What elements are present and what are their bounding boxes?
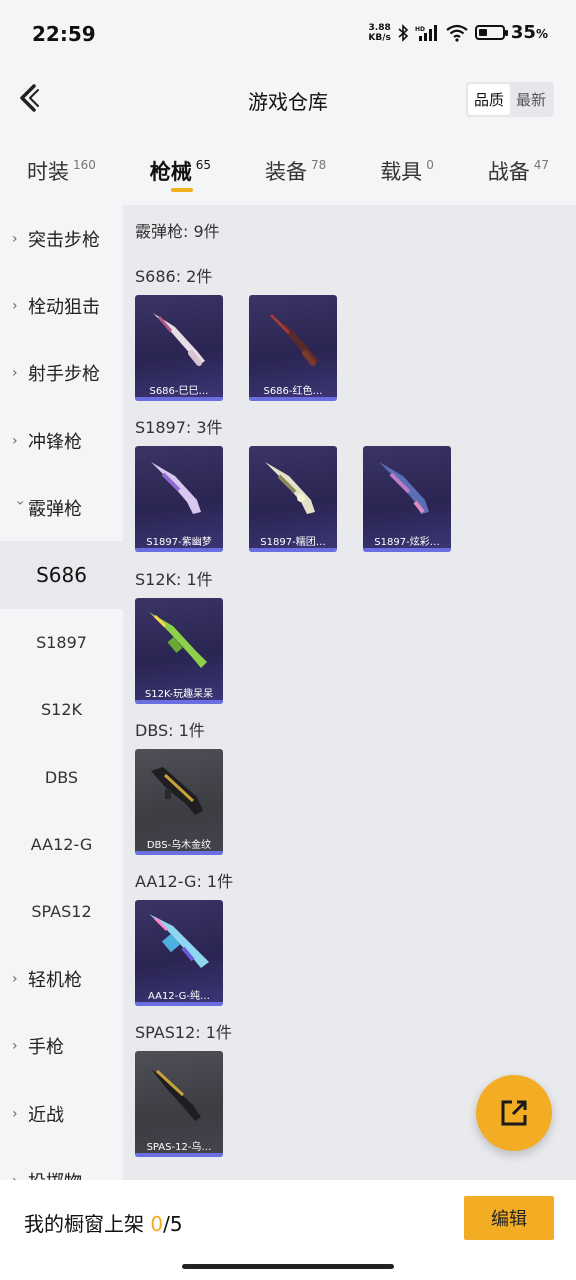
- sort-newest-button[interactable]: 最新: [510, 84, 552, 115]
- weapon-card[interactable]: S686-红色…: [249, 295, 337, 401]
- shotgun-skin-icon: [153, 313, 205, 366]
- chevron-right-icon: ›: [12, 230, 18, 247]
- tab-battle-gear[interactable]: 战备 47: [488, 140, 549, 200]
- sidebar-item-pistol[interactable]: › 手枪: [0, 1013, 123, 1080]
- rarity-bar: [249, 548, 337, 552]
- weapon-list: 霰弹枪: 9件 S686: 2件 S686-巳巳… S686-红色… S1897…: [123, 205, 576, 1180]
- chevron-right-icon: ›: [12, 432, 18, 449]
- sidebar-item-shotgun[interactable]: › 霰弹枪: [0, 474, 123, 541]
- home-indicator: [182, 1264, 394, 1269]
- section-title: 霰弹枪: 9件: [135, 222, 220, 241]
- group-title-s686: S686: 2件: [135, 267, 213, 286]
- chevron-right-icon: ›: [12, 1173, 28, 1180]
- weapon-card[interactable]: DBS-乌木金纹: [135, 749, 223, 855]
- showcase-shelf-status: 我的橱窗上架 0/5: [24, 1212, 183, 1236]
- chevron-right-icon: ›: [12, 970, 18, 987]
- weapon-card[interactable]: AA12-G-纯…: [135, 900, 223, 1006]
- weapon-card[interactable]: S1897-炫彩…: [363, 446, 451, 552]
- status-time: 22:59: [32, 22, 96, 46]
- shotgun-skin-icon: [265, 462, 315, 514]
- sidebar-subitem-dbs[interactable]: DBS: [0, 743, 123, 810]
- tab-equipment[interactable]: 装备 78: [265, 140, 326, 200]
- shotgun-skin-icon: [151, 1069, 201, 1121]
- chevron-down-icon: ›: [12, 499, 28, 506]
- weapon-card[interactable]: S12K-玩趣呆呆: [135, 598, 223, 704]
- rarity-bar: [135, 548, 223, 552]
- tab-firearms[interactable]: 枪械 65: [150, 140, 211, 200]
- shotgun-skin-icon: [149, 612, 207, 668]
- battery-percent: 35%: [510, 22, 548, 43]
- active-tab-indicator: [170, 188, 193, 192]
- cellular-signal-icon: HD: [415, 24, 437, 41]
- battery-icon: [474, 25, 508, 40]
- sidebar-subitem-s12k[interactable]: S12K: [0, 676, 123, 743]
- wifi-icon: [446, 24, 468, 42]
- group-title-s1897: S1897: 3件: [135, 418, 223, 437]
- bluetooth-icon: [398, 23, 409, 42]
- chevron-right-icon: ›: [12, 297, 18, 314]
- rarity-bar: [135, 397, 223, 401]
- sidebar-item-throwable[interactable]: ›投掷物: [0, 1147, 123, 1180]
- status-bar: 22:59 3.88 KB/s HD 35%: [0, 0, 576, 70]
- group-title-aa12g: AA12-G: 1件: [135, 872, 234, 891]
- group-title-s12k: S12K: 1件: [135, 570, 213, 589]
- shotgun-skin-icon: [267, 313, 319, 366]
- sidebar-item-lmg[interactable]: › 轻机枪: [0, 945, 123, 1012]
- sidebar-subitem-aa12g[interactable]: AA12-G: [0, 811, 123, 878]
- sidebar-item-melee[interactable]: › 近战: [0, 1080, 123, 1147]
- chevron-right-icon: ›: [12, 1038, 18, 1055]
- shotgun-skin-icon: [151, 462, 201, 514]
- shotgun-skin-icon: [151, 767, 203, 815]
- group-title-spas12: SPAS12: 1件: [135, 1023, 232, 1042]
- sidebar-item-bolt-sniper[interactable]: › 栓动狙击: [0, 272, 123, 339]
- rarity-bar: [249, 397, 337, 401]
- weapon-card[interactable]: S1897-紫幽梦: [135, 446, 223, 552]
- group-title-dbs: DBS: 1件: [135, 721, 205, 740]
- weapon-category-sidebar: › 突击步枪 › 栓动狙击 › 射手步枪 › 冲锋枪 › 霰弹枪 S686 S1897 S…: [0, 205, 123, 1180]
- edit-button[interactable]: 编辑: [464, 1196, 554, 1240]
- share-fab-button[interactable]: [476, 1075, 552, 1151]
- svg-text:HD: HD: [415, 26, 425, 33]
- weapon-card[interactable]: SPAS-12-乌…: [135, 1051, 223, 1157]
- weapon-card[interactable]: S1897-糯团…: [249, 446, 337, 552]
- chevron-right-icon: ›: [12, 365, 18, 382]
- sort-quality-button[interactable]: 品质: [467, 84, 510, 115]
- sort-toggle: 品质 最新: [465, 82, 554, 117]
- rarity-bar: [135, 1002, 223, 1006]
- sidebar-subitem-spas12[interactable]: SPAS12: [0, 878, 123, 945]
- header: 游戏仓库 品质 最新: [0, 70, 576, 128]
- tab-fashion[interactable]: 时装 160: [27, 140, 96, 200]
- shotgun-skin-icon: [379, 462, 429, 514]
- sidebar-item-marksman-rifle[interactable]: › 射手步枪: [0, 340, 123, 407]
- sidebar-item-smg[interactable]: › 冲锋枪: [0, 407, 123, 474]
- chevron-right-icon: ›: [12, 1105, 18, 1122]
- category-tabs: 时装 160 枪械 65 装备 78 载具 0 战备 47: [0, 140, 576, 200]
- shotgun-skin-icon: [149, 914, 209, 968]
- network-speed: 3.88 KB/s: [368, 22, 391, 43]
- rarity-bar: [363, 548, 451, 552]
- rarity-bar: [135, 851, 223, 855]
- rarity-bar: [135, 700, 223, 704]
- sidebar-subitem-s1897[interactable]: S1897: [0, 609, 123, 676]
- tab-vehicles[interactable]: 载具 0: [380, 140, 434, 200]
- battery-level: [478, 29, 487, 36]
- status-icons: 3.88 KB/s HD 35%: [368, 22, 548, 43]
- sidebar-item-assault-rifle[interactable]: › 突击步枪: [0, 205, 123, 272]
- rarity-bar: [135, 1153, 223, 1157]
- share-external-icon: [501, 1100, 527, 1126]
- weapon-card[interactable]: S686-巳巳…: [135, 295, 223, 401]
- sidebar-subitem-s686[interactable]: S686: [0, 541, 123, 609]
